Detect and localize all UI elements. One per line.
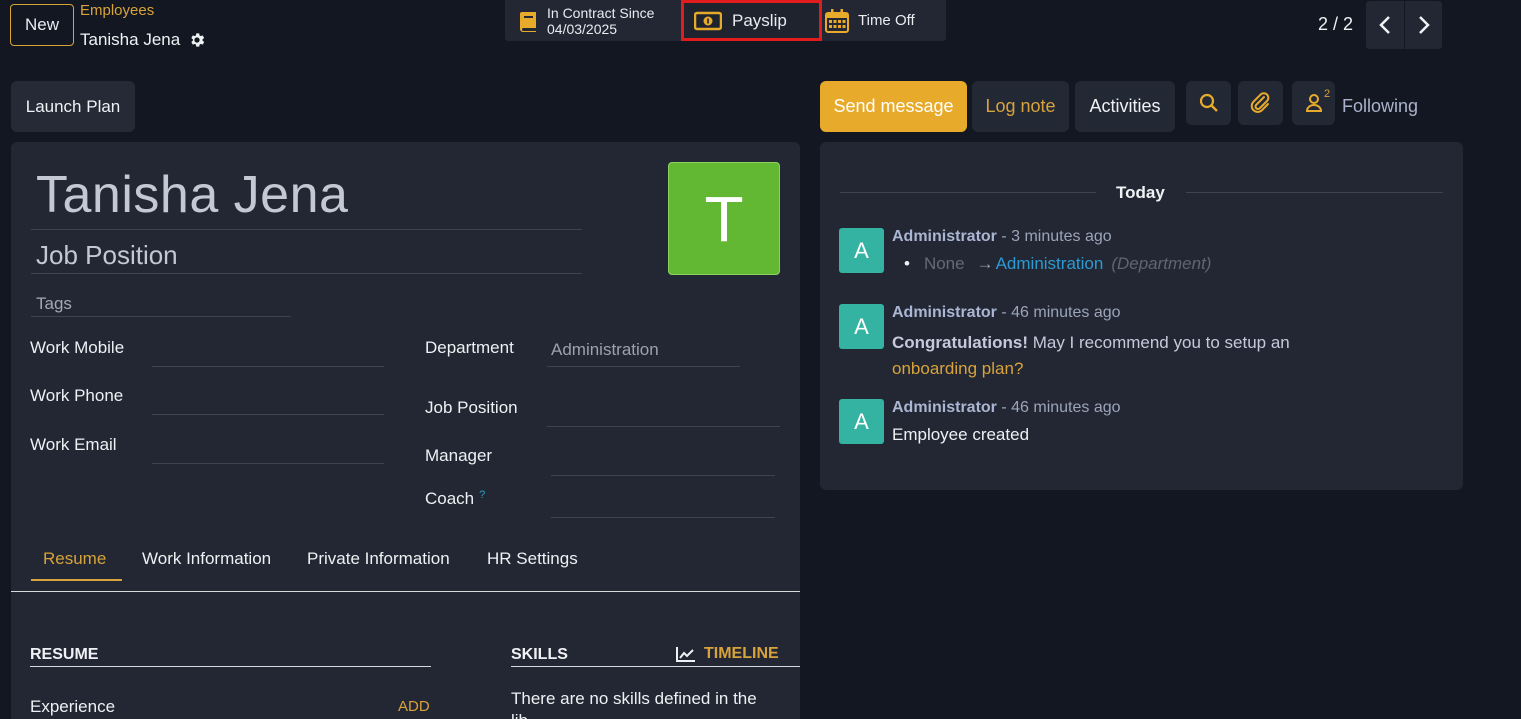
experience-label: Experience <box>30 697 116 716</box>
employee-avatar[interactable]: T <box>668 162 780 275</box>
message-time: - 46 minutes ago <box>996 399 1121 416</box>
work-phone-label: Work Phone <box>30 386 124 405</box>
tags-field[interactable]: Tags <box>36 294 72 314</box>
log-note-button[interactable]: Log note <box>972 81 1069 132</box>
coach-label: Coach? <box>425 489 485 509</box>
search-icon <box>1199 93 1218 112</box>
chevron-right-icon <box>1418 16 1430 34</box>
tab-private-information[interactable]: Private Information <box>307 549 450 569</box>
attachments-button[interactable] <box>1238 81 1283 125</box>
job-position-input[interactable] <box>547 426 780 427</box>
work-mobile-input[interactable] <box>152 366 384 367</box>
manager-input[interactable] <box>551 475 775 476</box>
activities-button[interactable]: Activities <box>1075 81 1175 132</box>
message-avatar[interactable]: A <box>839 399 884 444</box>
calendar-icon <box>825 8 849 33</box>
message-header: Administrator - 46 minutes ago <box>892 304 1121 322</box>
new-button[interactable]: New <box>10 4 74 46</box>
launch-plan-button[interactable]: Launch Plan <box>11 81 135 132</box>
message-author[interactable]: Administrator <box>892 304 997 321</box>
pager-value[interactable]: 2 / 2 <box>1318 14 1353 35</box>
message-avatar[interactable]: A <box>839 304 884 349</box>
resume-divider <box>30 666 431 667</box>
time-off-smart-button[interactable]: Time Off <box>822 0 946 41</box>
name-underline <box>31 229 582 230</box>
skills-empty-message: There are no skills defined in the lib..… <box>511 689 757 719</box>
chevron-left-icon <box>1379 16 1390 34</box>
timeline-button[interactable]: TIMELINE <box>676 645 779 663</box>
payslip-label: Payslip <box>732 10 787 30</box>
tab-hr-settings[interactable]: HR Settings <box>487 549 578 569</box>
money-icon <box>694 11 722 30</box>
new-value: Administration <box>995 254 1104 273</box>
contract-label: In Contract Since <box>547 4 655 21</box>
date-separator-line-right <box>1186 192 1443 193</box>
help-icon[interactable]: ? <box>479 489 485 501</box>
manager-label: Manager <box>425 446 493 465</box>
date-separator-line-left <box>840 192 1096 193</box>
paperclip-icon <box>1250 92 1269 113</box>
message-text: May I recommend you to setup an <box>1028 333 1290 352</box>
tab-work-information[interactable]: Work Information <box>142 549 271 569</box>
message-time: - 3 minutes ago <box>996 228 1112 245</box>
timeline-label: TIMELINE <box>704 645 779 662</box>
job-title-underline <box>31 273 582 274</box>
send-message-button[interactable]: Send message <box>820 81 967 132</box>
tracking-change: • None → Administration (Department) <box>904 254 1211 274</box>
message-author[interactable]: Administrator <box>892 228 997 245</box>
work-phone-input[interactable] <box>152 414 384 415</box>
line-chart-icon <box>676 647 695 662</box>
time-off-label: Time Off <box>858 12 915 29</box>
book-icon <box>520 11 536 32</box>
following-button[interactable]: Following <box>1342 96 1418 117</box>
work-email-input[interactable] <box>152 463 384 464</box>
tab-resume-underline <box>31 579 122 581</box>
message-header: Administrator - 3 minutes ago <box>892 228 1112 246</box>
department-input[interactable]: Administration <box>551 340 659 360</box>
job-position-label: Job Position <box>425 398 518 417</box>
employee-name-field[interactable]: Tanisha Jena <box>36 165 348 225</box>
department-underline <box>547 366 740 367</box>
bullet: • <box>904 254 910 273</box>
search-messages-button[interactable] <box>1186 81 1231 125</box>
follower-count: 2 <box>1324 88 1331 100</box>
old-value: None <box>923 254 965 273</box>
message-header: Administrator - 46 minutes ago <box>892 399 1121 417</box>
message-body: Employee created <box>892 425 1030 444</box>
contract-text: In Contract Since 04/03/2025 <box>547 5 654 37</box>
job-title-field[interactable]: Job Position <box>36 240 178 271</box>
resume-section-title: RESUME <box>30 646 99 663</box>
skills-divider <box>511 666 800 667</box>
work-email-label: Work Email <box>30 435 117 454</box>
tags-underline <box>31 316 291 317</box>
gear-icon[interactable] <box>188 31 206 49</box>
message-time: - 46 minutes ago <box>996 304 1121 321</box>
date-separator: Today <box>1116 183 1165 202</box>
message-bold-text: Congratulations! <box>892 333 1028 352</box>
message-body: Congratulations! May I recommend you to … <box>892 330 1412 382</box>
tracked-field: (Department) <box>1111 254 1212 273</box>
message-author[interactable]: Administrator <box>892 399 997 416</box>
onboarding-plan-link[interactable]: onboarding plan? <box>892 359 1023 378</box>
breadcrumb-employees[interactable]: Employees <box>80 2 154 19</box>
coach-input[interactable] <box>551 517 775 518</box>
pager-previous-button[interactable] <box>1366 1 1404 49</box>
message-avatar[interactable]: A <box>839 228 884 273</box>
coach-label-text: Coach <box>425 489 475 508</box>
department-label: Department <box>425 338 514 357</box>
pager-next-button[interactable] <box>1404 1 1442 49</box>
skills-section-title: SKILLS <box>511 646 568 663</box>
breadcrumb-current: Tanisha Jena <box>80 30 206 50</box>
add-experience-button[interactable]: ADD <box>398 698 430 715</box>
user-icon <box>1305 94 1322 112</box>
arrow-right-icon: → <box>976 254 994 273</box>
breadcrumb-current-label: Tanisha Jena <box>80 30 181 49</box>
tabs-divider <box>11 591 800 592</box>
tab-resume[interactable]: Resume <box>43 549 106 569</box>
contract-smart-button[interactable]: In Contract Since 04/03/2025 <box>505 0 681 41</box>
contract-date: 04/03/2025 <box>547 20 618 37</box>
payslip-smart-button[interactable]: Payslip <box>681 0 822 41</box>
work-mobile-label: Work Mobile <box>30 338 125 357</box>
employee-form-page: New Employees Tanisha Jena In Contract S… <box>0 0 1521 719</box>
